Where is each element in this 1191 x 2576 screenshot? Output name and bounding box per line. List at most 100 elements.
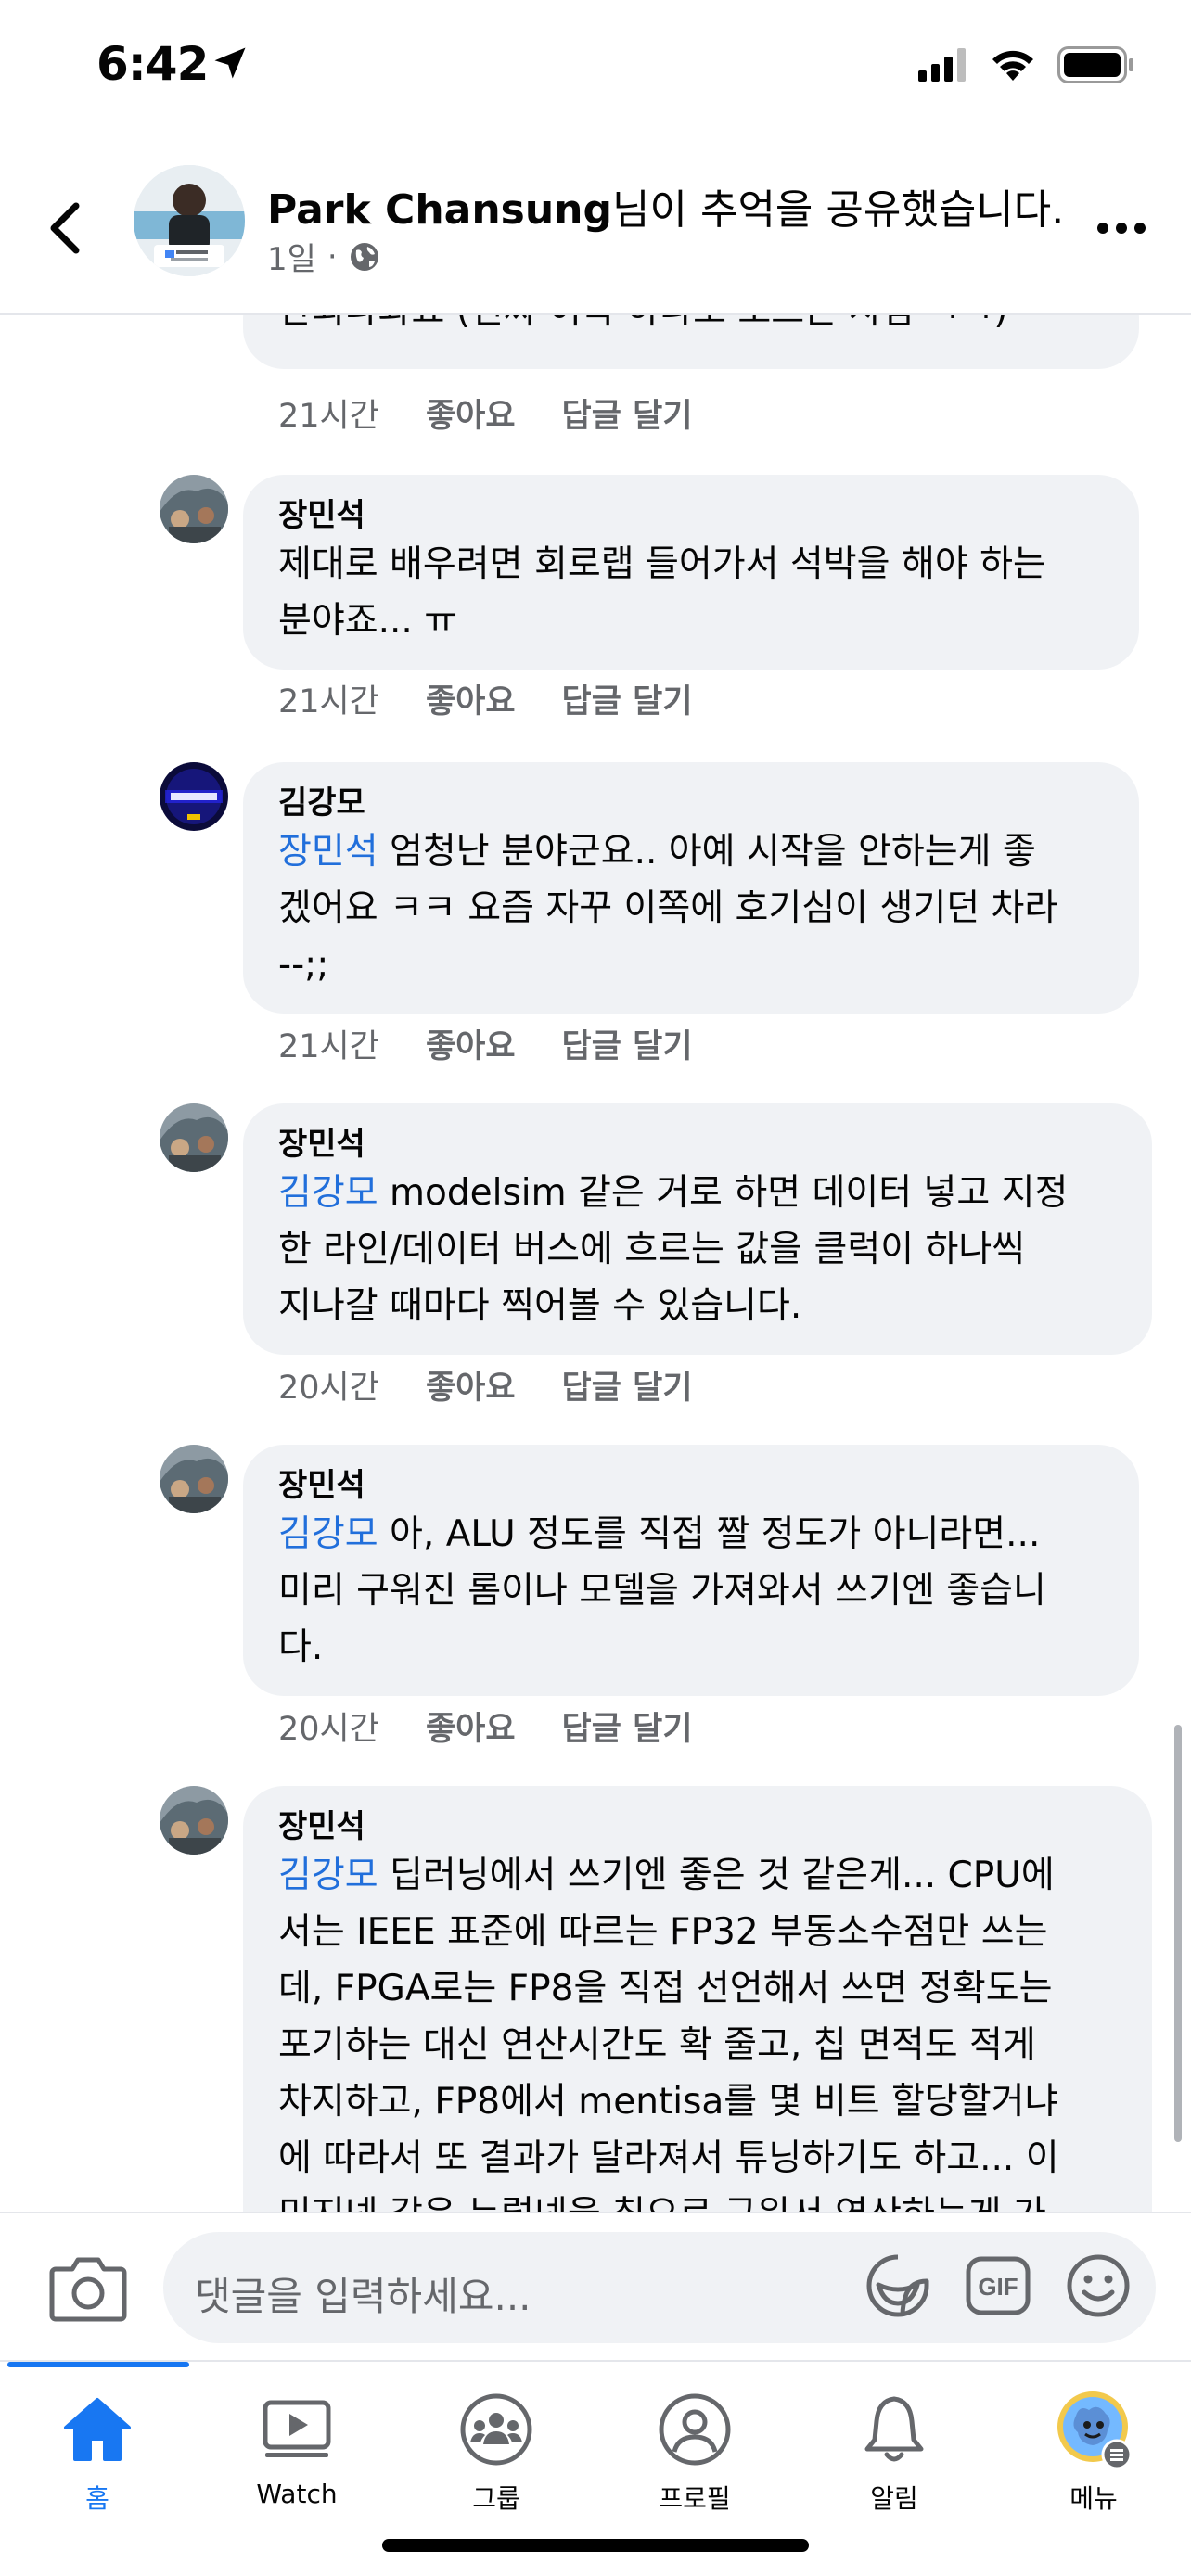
comment-actions: 21시간 좋아요 답글 달기: [278, 1020, 693, 1067]
comment-bubble[interactable]: 장민석 김강모 아, ALU 정도를 직접 짤 정도가 아니라면... 미리 구…: [243, 1445, 1139, 1696]
mention-link[interactable]: 김강모: [278, 1513, 378, 1555]
menu-avatar-icon: [1057, 2391, 1133, 2470]
comment-actions: 20시간 좋아요 답글 달기: [278, 1361, 693, 1409]
author-name[interactable]: Park Chansung: [267, 186, 612, 234]
commenter-avatar-image: [160, 475, 228, 543]
composer-icons: GIF: [864, 2252, 1132, 2319]
author-avatar[interactable]: [134, 165, 245, 276]
like-button[interactable]: 좋아요: [426, 389, 516, 437]
comment-author[interactable]: 장민석: [278, 495, 1106, 536]
post-age[interactable]: 1일: [267, 234, 316, 279]
more-options-button[interactable]: [1089, 200, 1154, 256]
comment-actions: 21시간 좋아요 답글 달기: [278, 389, 693, 437]
like-button[interactable]: 좋아요: [426, 1702, 516, 1750]
tab-label: 홈: [85, 2483, 109, 2514]
battery-icon: [1057, 46, 1133, 83]
commenter-avatar[interactable]: [160, 475, 228, 543]
commenter-avatar-image: [160, 1445, 228, 1513]
comment-author[interactable]: 장민석: [278, 1465, 1106, 1506]
comment-bubble[interactable]: 장민석 김강모 modelsim 같은 거로 하면 데이터 넣고 지정 한 라인…: [243, 1103, 1152, 1355]
comment-composer: 댓글을 입력하세요... GIF: [0, 2212, 1191, 2360]
commenter-avatar[interactable]: [160, 762, 228, 831]
sticker-icon: [866, 2254, 929, 2317]
scrollbar[interactable]: [1174, 1725, 1182, 2142]
comment-author[interactable]: 장민석: [278, 1124, 1119, 1165]
gif-button[interactable]: GIF: [965, 2252, 1031, 2319]
wifi-icon: [992, 50, 1033, 81]
comment-text: 안되나봐요 (진짜 이쪽 하나도 모르는 사람 ㅋㅋ): [278, 315, 1008, 349]
comment-time[interactable]: 20시간: [278, 1702, 379, 1750]
post-header: Park Chansung님이 추억을 공유했습니다. 1일 ·: [0, 139, 1191, 315]
commenter-avatar-image: [160, 1103, 228, 1172]
like-button[interactable]: 좋아요: [426, 1361, 516, 1409]
comment-text: 김강모 아, ALU 정도를 직접 짤 정도가 아니라면... 미리 구워진 롬…: [278, 1506, 1106, 1676]
location-arrow-icon: [214, 47, 246, 79]
groups-icon: [460, 2393, 532, 2466]
like-button[interactable]: 좋아요: [426, 1020, 516, 1067]
tab-label: 메뉴: [1069, 2483, 1118, 2514]
tab-watch[interactable]: Watch: [227, 2388, 366, 2527]
reply-button[interactable]: 답글 달기: [562, 675, 693, 722]
bell-icon: [864, 2396, 924, 2462]
comment-input-placeholder: 댓글을 입력하세요...: [195, 2274, 531, 2319]
video-icon: [263, 2400, 331, 2457]
comment-body: modelsim 같은 거로 하면 데이터 넣고 지정 한 라인/데이터 버스에…: [278, 1172, 1069, 1327]
comment-text: 김강모 modelsim 같은 거로 하면 데이터 넣고 지정 한 라인/데이터…: [278, 1165, 1119, 1334]
comment-body: 아, ALU 정도를 직접 짤 정도가 아니라면... 미리 구워진 롬이나 모…: [278, 1513, 1046, 1668]
comment-text: 장민석 엄청난 분야군요.. 아예 시작을 안하는게 좋 겠어요 ㅋㅋ 요즘 자…: [278, 823, 1106, 993]
home-icon: [64, 2398, 131, 2461]
like-button[interactable]: 좋아요: [426, 675, 516, 722]
tab-home[interactable]: 홈: [28, 2388, 167, 2527]
reply-button[interactable]: 답글 달기: [562, 1361, 693, 1409]
comment-body: 엄청난 분야군요.. 아예 시작을 안하는게 좋 겠어요 ㅋㅋ 요즘 자꾸 이쪽…: [278, 831, 1058, 986]
meta-separator: ·: [327, 237, 338, 275]
tab-label: 그룹: [472, 2483, 520, 2514]
post-meta: 1일 ·: [267, 234, 380, 279]
status-bar: 6:42: [0, 0, 1191, 139]
home-indicator[interactable]: [382, 2539, 809, 2552]
tab-label: Watch: [256, 2479, 338, 2509]
comment-time[interactable]: 20시간: [278, 1361, 379, 1409]
comment-time[interactable]: 21시간: [278, 389, 379, 437]
tab-menu[interactable]: 메뉴: [1024, 2388, 1163, 2527]
tab-profile[interactable]: 프로필: [625, 2388, 764, 2527]
comment-body: 딥러닝에서 쓰기엔 좋은 것 같은게... CPU에 서는 IEEE 표준에 따…: [278, 1855, 1059, 2212]
commenter-avatar-image: [160, 762, 228, 831]
comment-text: 김강모 딥러닝에서 쓰기엔 좋은 것 같은게... CPU에 서는 IEEE 표…: [278, 1847, 1119, 2212]
camera-button[interactable]: [48, 2251, 128, 2325]
commenter-avatar-image: [160, 1786, 228, 1855]
comment-actions: 21시간 좋아요 답글 달기: [278, 675, 693, 722]
back-button[interactable]: [37, 191, 93, 265]
comment-input[interactable]: 댓글을 입력하세요... GIF: [163, 2232, 1156, 2343]
sticker-button[interactable]: [864, 2252, 931, 2319]
mention-link[interactable]: 김강모: [278, 1172, 378, 1214]
commenter-avatar[interactable]: [160, 1103, 228, 1172]
gif-icon: GIF: [966, 2256, 1031, 2315]
tab-label: 알림: [870, 2483, 918, 2514]
mention-link[interactable]: 김강모: [278, 1855, 378, 1896]
comment-actions: 20시간 좋아요 답글 달기: [278, 1702, 693, 1750]
reply-button[interactable]: 답글 달기: [562, 1020, 693, 1067]
reply-button[interactable]: 답글 달기: [562, 1702, 693, 1750]
comments-list[interactable]: 안되나봐요 (진짜 이쪽 하나도 모르는 사람 ㅋㅋ) 21시간 좋아요 답글 …: [0, 315, 1191, 2212]
post-title: Park Chansung님이 추억을 공유했습니다.: [267, 176, 1064, 236]
comment-bubble[interactable]: 김강모 장민석 엄청난 분야군요.. 아예 시작을 안하는게 좋 겠어요 ㅋㅋ …: [243, 762, 1139, 1014]
emoji-icon: [1067, 2254, 1130, 2317]
comment-author[interactable]: 김강모: [278, 783, 1106, 823]
tab-label: 프로필: [659, 2483, 731, 2514]
more-dot-icon: [1116, 223, 1127, 234]
emoji-button[interactable]: [1065, 2252, 1132, 2319]
reply-button[interactable]: 답글 달기: [562, 389, 693, 437]
more-dot-icon: [1134, 223, 1146, 234]
tab-groups[interactable]: 그룹: [427, 2388, 566, 2527]
comment-author[interactable]: 장민석: [278, 1806, 1119, 1847]
commenter-avatar[interactable]: [160, 1445, 228, 1513]
comment-time[interactable]: 21시간: [278, 1020, 379, 1067]
commenter-avatar[interactable]: [160, 1786, 228, 1855]
comment-bubble[interactable]: 장민석 제대로 배우려면 회로랩 들어가서 석박을 해야 하는 분야죠... ㅠ: [243, 475, 1139, 670]
comment-bubble[interactable]: 안되나봐요 (진짜 이쪽 하나도 모르는 사람 ㅋㅋ): [243, 315, 1139, 369]
mention-link[interactable]: 장민석: [278, 831, 378, 873]
comment-bubble[interactable]: 장민석 김강모 딥러닝에서 쓰기엔 좋은 것 같은게... CPU에 서는 IE…: [243, 1786, 1152, 2212]
tab-notifications[interactable]: 알림: [825, 2388, 964, 2527]
comment-time[interactable]: 21시간: [278, 675, 379, 722]
